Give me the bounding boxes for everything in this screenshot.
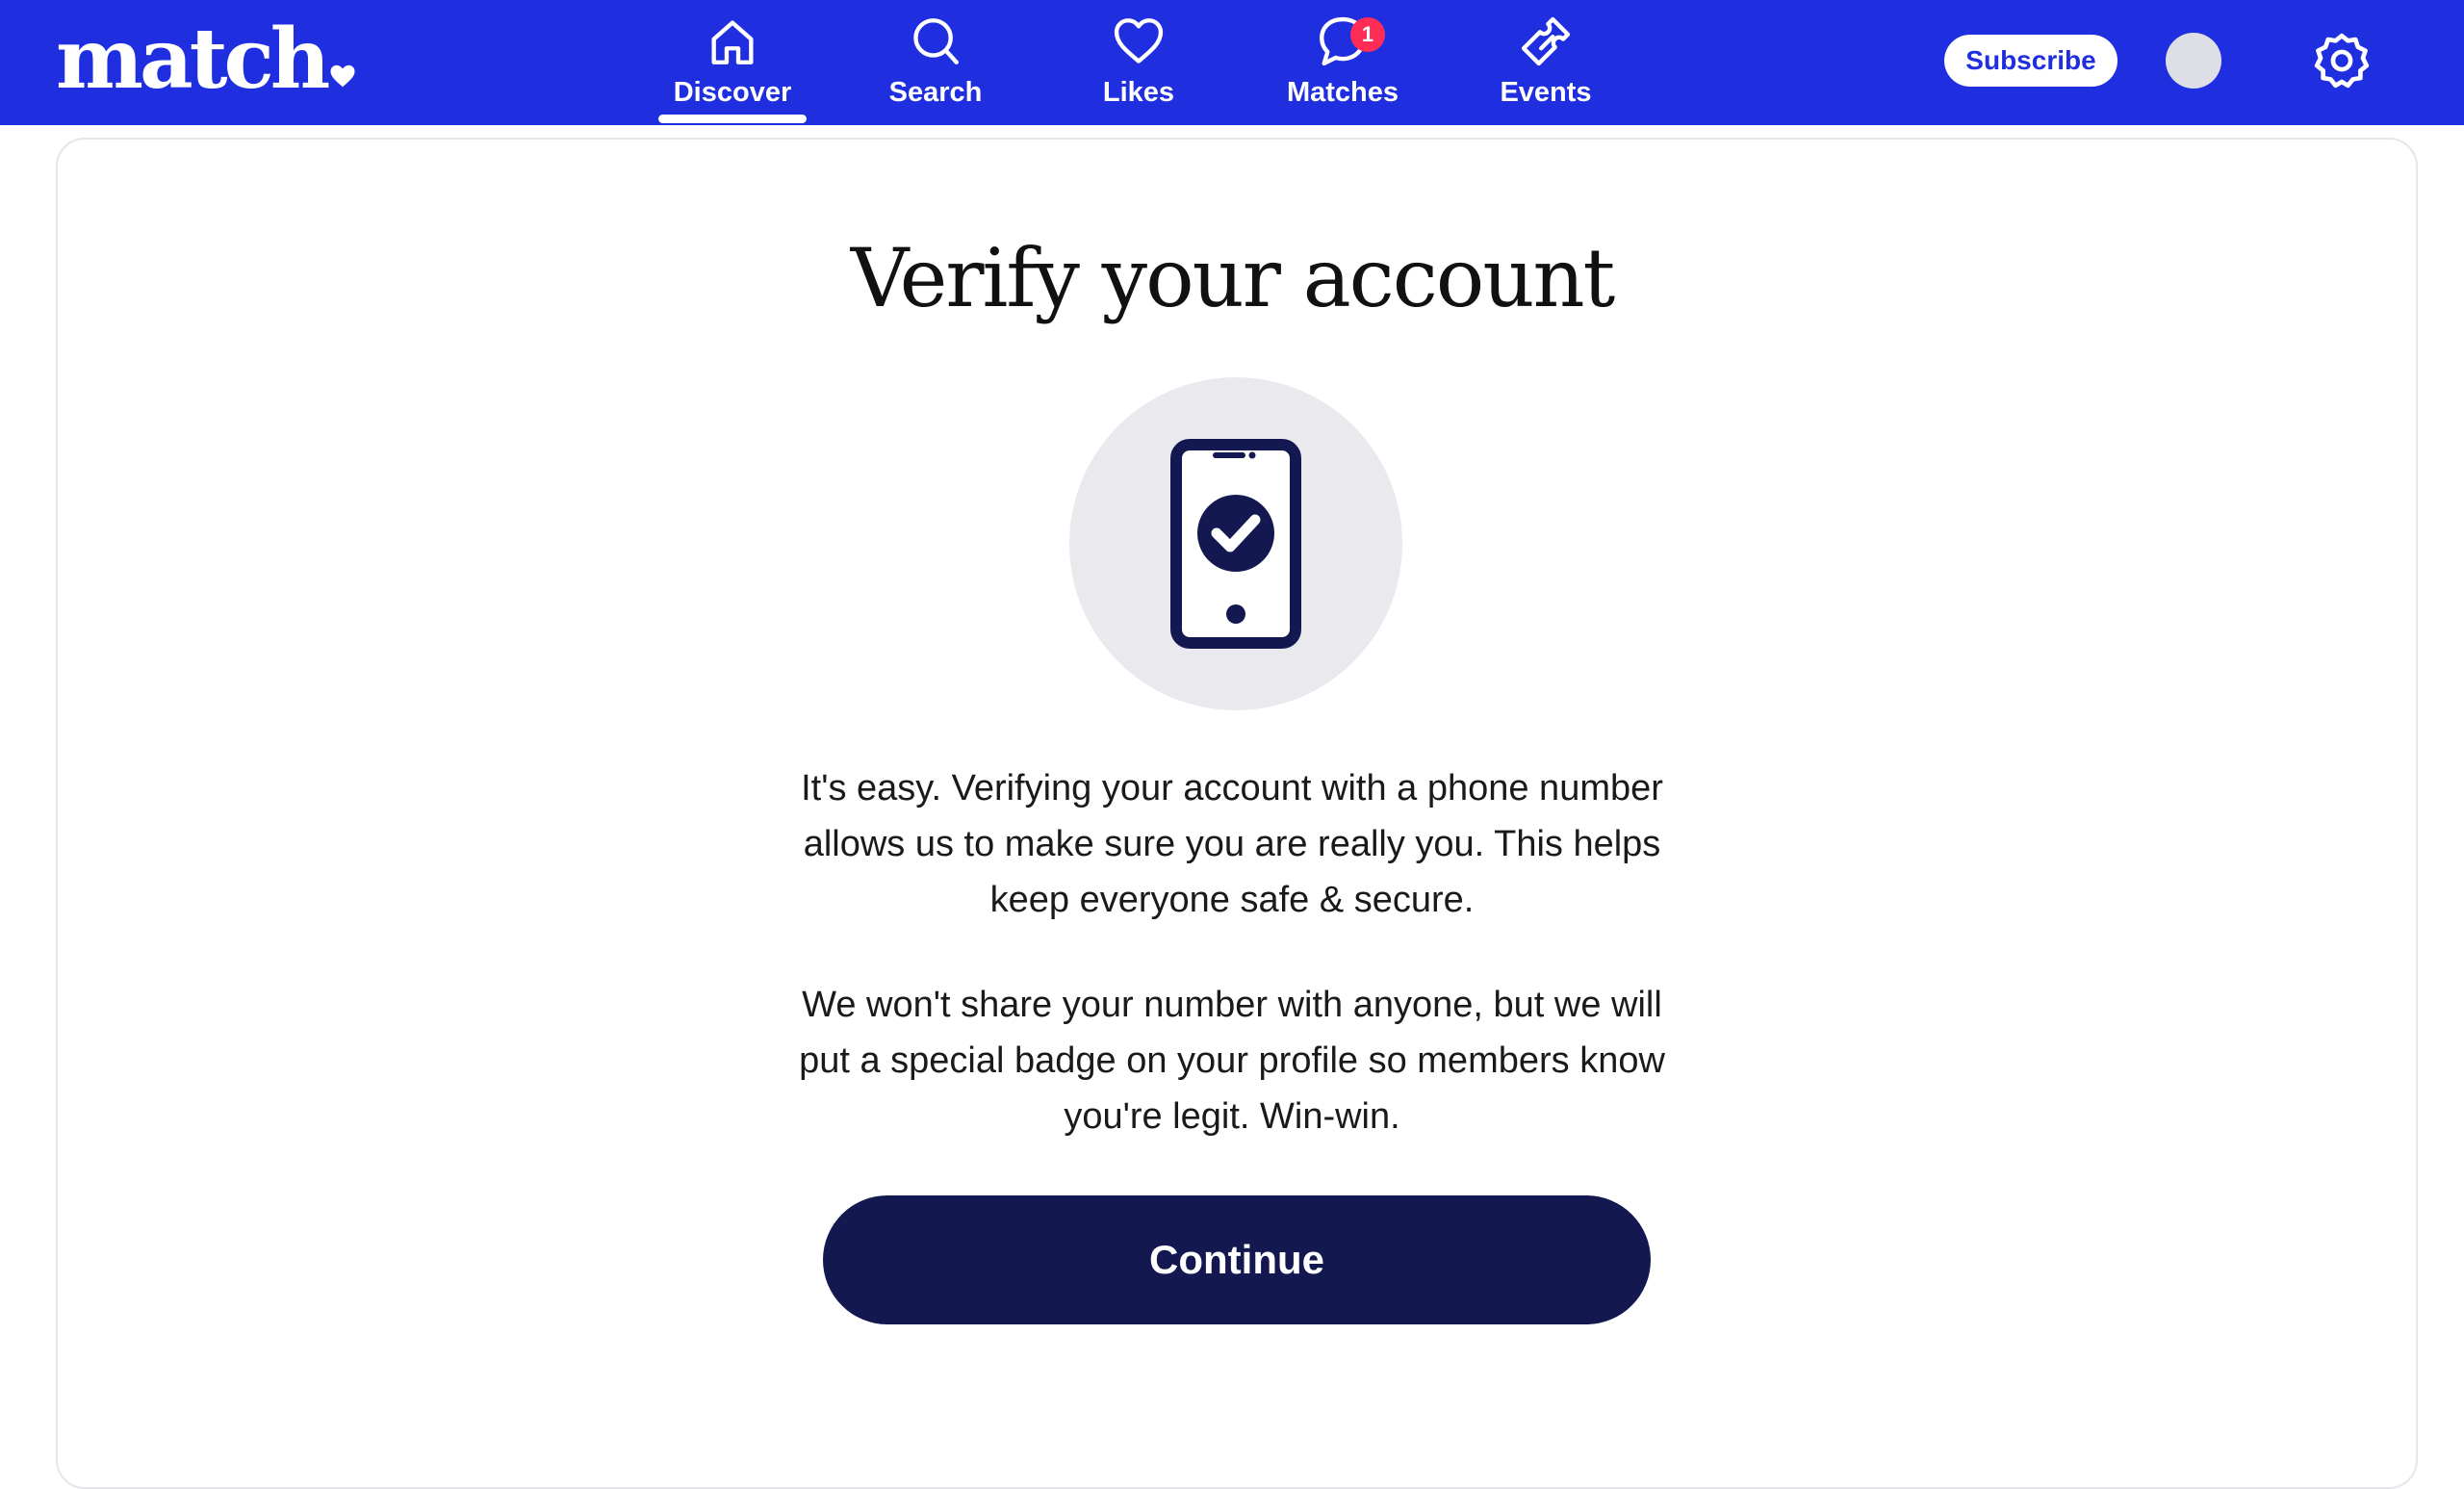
phone-check-icon <box>1170 439 1301 649</box>
nav-likes[interactable]: Likes <box>1052 13 1225 114</box>
heart-icon <box>330 64 355 88</box>
subscribe-button[interactable]: Subscribe <box>1944 35 2118 87</box>
privacy-text: We won't share your number with anyone, … <box>799 985 1665 1137</box>
nav-label: Search <box>888 77 983 108</box>
nav-matches[interactable]: 1 Matches <box>1256 13 1429 114</box>
nav-label: Discover <box>673 77 792 108</box>
match-logo[interactable]: match <box>56 12 357 108</box>
nav-label: Matches <box>1286 77 1399 108</box>
verification-illustration <box>1069 377 1402 710</box>
intro-text: It's easy. Verifying your account with a… <box>801 768 1663 920</box>
matches-badge: 1 <box>1350 17 1385 52</box>
ticket-icon <box>1521 16 1571 66</box>
logo-text: match <box>56 11 330 108</box>
avatar[interactable] <box>2166 33 2221 89</box>
page-title: Verify your account <box>850 231 1616 325</box>
nav-label: Events <box>1500 77 1592 108</box>
heart-icon <box>1114 18 1164 64</box>
top-nav-bar: match Discover Search Likes 1 Matches Ev… <box>0 0 2464 125</box>
gear-icon[interactable] <box>2312 31 2372 90</box>
nav-label: Likes <box>1102 77 1175 108</box>
active-tab-indicator <box>658 115 807 123</box>
home-icon <box>711 20 754 64</box>
continue-button[interactable]: Continue <box>823 1195 1651 1324</box>
nav-events[interactable]: Events <box>1459 13 1632 114</box>
nav-discover[interactable]: Discover <box>646 13 819 114</box>
search-icon <box>913 18 959 64</box>
nav-search[interactable]: Search <box>849 13 1022 114</box>
